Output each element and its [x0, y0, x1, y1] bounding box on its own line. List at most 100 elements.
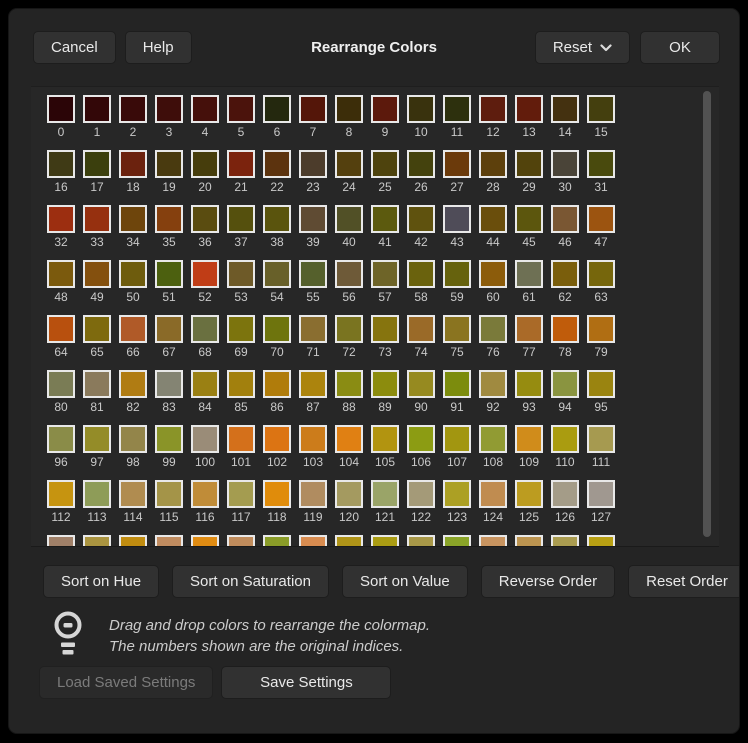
color-swatch-113[interactable] [83, 480, 111, 508]
color-swatch-92[interactable] [479, 370, 507, 398]
color-swatch-23[interactable] [299, 150, 327, 178]
color-swatch-104[interactable] [335, 425, 363, 453]
color-swatch-112[interactable] [47, 480, 75, 508]
color-swatch-13[interactable] [515, 95, 543, 123]
color-swatch-19[interactable] [155, 150, 183, 178]
color-swatch-17[interactable] [83, 150, 111, 178]
color-swatch-94[interactable] [551, 370, 579, 398]
color-swatch-47[interactable] [587, 205, 615, 233]
color-swatch-105[interactable] [371, 425, 399, 453]
color-swatch-108[interactable] [479, 425, 507, 453]
color-swatch-37[interactable] [227, 205, 255, 233]
color-swatch-20[interactable] [191, 150, 219, 178]
color-swatch-9[interactable] [371, 95, 399, 123]
color-swatch-44[interactable] [479, 205, 507, 233]
color-swatch-7[interactable] [299, 95, 327, 123]
color-swatch-83[interactable] [155, 370, 183, 398]
color-swatch-114[interactable] [119, 480, 147, 508]
sort-on-value-button[interactable]: Sort on Value [342, 565, 468, 598]
color-swatch-139[interactable] [443, 535, 471, 547]
color-swatch-99[interactable] [155, 425, 183, 453]
color-swatch-86[interactable] [263, 370, 291, 398]
color-swatch-74[interactable] [407, 315, 435, 343]
color-swatch-77[interactable] [515, 315, 543, 343]
color-swatch-68[interactable] [191, 315, 219, 343]
color-swatch-39[interactable] [299, 205, 327, 233]
color-swatch-42[interactable] [407, 205, 435, 233]
color-swatch-125[interactable] [515, 480, 543, 508]
color-swatch-95[interactable] [587, 370, 615, 398]
color-swatch-8[interactable] [335, 95, 363, 123]
color-swatch-21[interactable] [227, 150, 255, 178]
cancel-button[interactable]: Cancel [33, 31, 116, 64]
ok-button[interactable]: OK [640, 31, 720, 64]
color-swatch-5[interactable] [227, 95, 255, 123]
color-swatch-85[interactable] [227, 370, 255, 398]
color-swatch-135[interactable] [299, 535, 327, 547]
color-swatch-26[interactable] [407, 150, 435, 178]
load-saved-settings-button[interactable]: Load Saved Settings [39, 666, 213, 699]
color-swatch-134[interactable] [263, 535, 291, 547]
sort-on-saturation-button[interactable]: Sort on Saturation [172, 565, 329, 598]
color-swatch-28[interactable] [479, 150, 507, 178]
color-swatch-31[interactable] [587, 150, 615, 178]
color-swatch-66[interactable] [119, 315, 147, 343]
color-swatch-67[interactable] [155, 315, 183, 343]
color-swatch-110[interactable] [551, 425, 579, 453]
color-swatch-24[interactable] [335, 150, 363, 178]
color-swatch-90[interactable] [407, 370, 435, 398]
color-swatch-0[interactable] [47, 95, 75, 123]
color-swatch-128[interactable] [47, 535, 75, 547]
color-swatch-93[interactable] [515, 370, 543, 398]
color-swatch-122[interactable] [407, 480, 435, 508]
color-swatch-73[interactable] [371, 315, 399, 343]
color-swatch-91[interactable] [443, 370, 471, 398]
color-swatch-131[interactable] [155, 535, 183, 547]
color-swatch-87[interactable] [299, 370, 327, 398]
color-swatch-25[interactable] [371, 150, 399, 178]
color-swatch-57[interactable] [371, 260, 399, 288]
color-swatch-38[interactable] [263, 205, 291, 233]
color-swatch-109[interactable] [515, 425, 543, 453]
color-swatch-103[interactable] [299, 425, 327, 453]
color-swatch-49[interactable] [83, 260, 111, 288]
color-swatch-84[interactable] [191, 370, 219, 398]
save-settings-button[interactable]: Save Settings [221, 666, 391, 699]
color-swatch-53[interactable] [227, 260, 255, 288]
color-swatch-130[interactable] [119, 535, 147, 547]
color-swatch-81[interactable] [83, 370, 111, 398]
color-swatch-64[interactable] [47, 315, 75, 343]
color-swatch-33[interactable] [83, 205, 111, 233]
color-swatch-141[interactable] [515, 535, 543, 547]
color-swatch-120[interactable] [335, 480, 363, 508]
color-swatch-76[interactable] [479, 315, 507, 343]
color-swatch-119[interactable] [299, 480, 327, 508]
color-swatch-133[interactable] [227, 535, 255, 547]
color-swatch-82[interactable] [119, 370, 147, 398]
color-swatch-75[interactable] [443, 315, 471, 343]
color-swatch-116[interactable] [191, 480, 219, 508]
color-swatch-1[interactable] [83, 95, 111, 123]
reverse-order-button[interactable]: Reverse Order [481, 565, 615, 598]
color-swatch-35[interactable] [155, 205, 183, 233]
color-swatch-41[interactable] [371, 205, 399, 233]
color-swatch-32[interactable] [47, 205, 75, 233]
color-swatch-50[interactable] [119, 260, 147, 288]
color-swatch-30[interactable] [551, 150, 579, 178]
color-swatch-10[interactable] [407, 95, 435, 123]
color-swatch-65[interactable] [83, 315, 111, 343]
color-swatch-143[interactable] [587, 535, 615, 547]
color-swatch-36[interactable] [191, 205, 219, 233]
color-swatch-11[interactable] [443, 95, 471, 123]
color-swatch-127[interactable] [587, 480, 615, 508]
color-swatch-102[interactable] [263, 425, 291, 453]
color-swatch-71[interactable] [299, 315, 327, 343]
color-swatch-6[interactable] [263, 95, 291, 123]
color-swatch-15[interactable] [587, 95, 615, 123]
color-swatch-16[interactable] [47, 150, 75, 178]
color-swatch-80[interactable] [47, 370, 75, 398]
color-swatch-126[interactable] [551, 480, 579, 508]
reset-order-button[interactable]: Reset Order [628, 565, 740, 598]
color-swatch-142[interactable] [551, 535, 579, 547]
color-swatch-51[interactable] [155, 260, 183, 288]
